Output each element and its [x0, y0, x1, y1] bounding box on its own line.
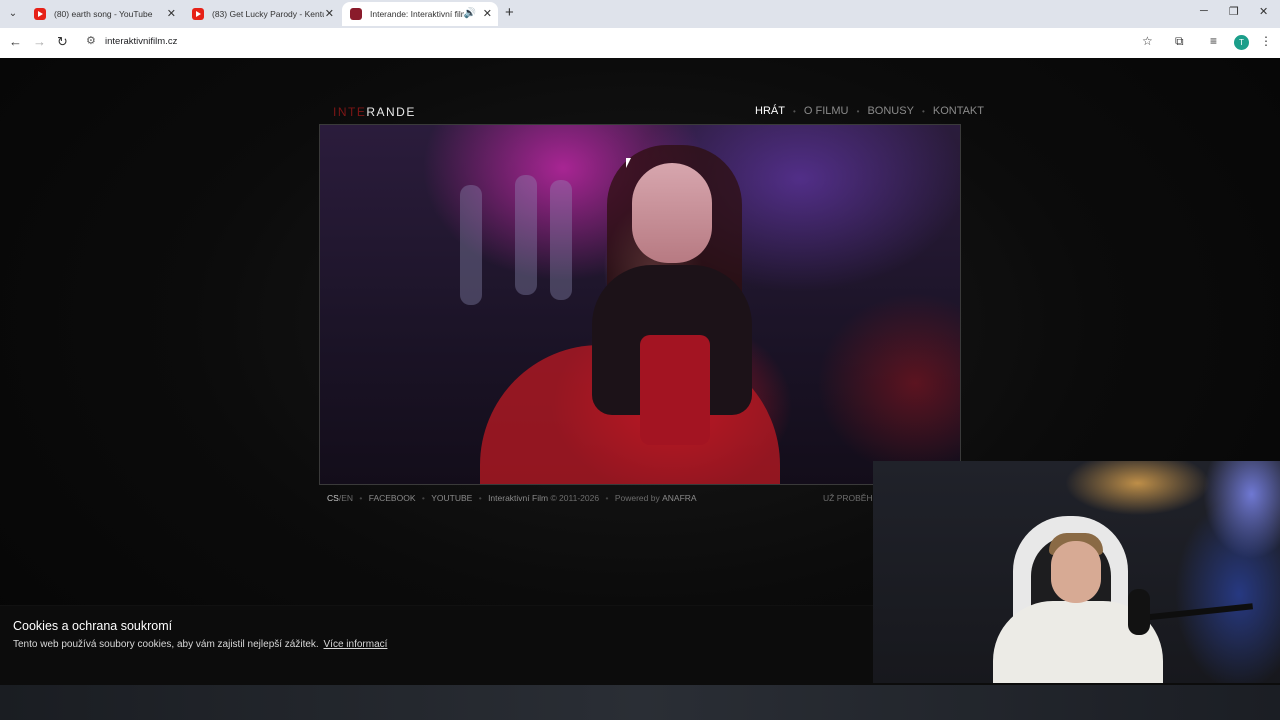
youtube-icon [192, 8, 204, 20]
profile-avatar[interactable]: T [1234, 35, 1249, 50]
browser-toolbar: ← → ↻ ⚙ interaktivnifilm.cz ☆ ⧉ ≡ T ⋮ [0, 28, 1280, 58]
mouse-cursor-icon [626, 158, 631, 168]
copyright-text: © 2011-2026 [550, 493, 600, 503]
logo-red-part: INTE [333, 105, 367, 119]
interande-icon [350, 8, 362, 20]
cookie-text: Tento web používá soubory cookies, aby v… [13, 639, 319, 650]
forward-arrow-icon[interactable]: → [33, 34, 46, 49]
footer-separator: • [605, 493, 609, 503]
nav-kontakt[interactable]: KONTAKT [933, 105, 984, 117]
nav-bonusy[interactable]: BONUSY [867, 105, 913, 117]
site-footer: CS/EN • FACEBOOK • YOUTUBE • Interaktivn… [327, 493, 697, 503]
url-text[interactable]: interaktivnifilm.cz [105, 36, 177, 47]
actress-face [632, 163, 712, 263]
nav-hrat[interactable]: HRÁT [755, 105, 785, 117]
footer-separator: • [421, 493, 425, 503]
youtube-link[interactable]: YOUTUBE [431, 493, 472, 503]
cookie-banner-title: Cookies a ochrana soukromí [13, 619, 173, 633]
more-info-link[interactable]: Více informací [324, 639, 388, 650]
close-tab-icon[interactable]: ✕ [167, 2, 176, 26]
streamer-face [1051, 541, 1101, 603]
minimize-icon[interactable]: ─ [1200, 5, 1208, 17]
language-cs-link[interactable]: CS [327, 493, 339, 503]
extensions-icon[interactable]: ⧉ [1175, 34, 1184, 49]
tab-title: (80) earth song - YouTube [54, 9, 153, 19]
tab-title: (83) Get Lucky Parody - Kentuc [212, 9, 324, 19]
site-settings-icon[interactable]: ⚙ [86, 34, 96, 47]
tab-title: Interande: Interaktivní film [370, 9, 464, 19]
browser-tab-strip: ⌄ (80) earth song - YouTube ✕ (83) Get L… [0, 0, 1280, 28]
nav-separator: • [921, 107, 925, 116]
restore-icon[interactable]: ❐ [1229, 5, 1239, 18]
footer-separator: • [478, 493, 482, 503]
microphone-icon [1128, 589, 1150, 635]
nav-separator: • [856, 107, 860, 116]
mic-arm [1142, 603, 1254, 621]
anafra-link[interactable]: ANAFRA [662, 493, 696, 503]
address-bar[interactable]: ⚙ interaktivnifilm.cz [80, 31, 1170, 55]
reload-icon[interactable]: ↻ [57, 34, 68, 50]
logo-white-part: RANDE [366, 105, 416, 119]
nav-o-filmu[interactable]: O FILMU [804, 105, 849, 117]
footer-brand: Interaktivní Film [488, 493, 549, 503]
powered-by-label: Powered by [614, 493, 660, 503]
tab-interande[interactable]: Interande: Interaktivní film 🔊 ✕ [342, 2, 498, 26]
site-logo[interactable]: INTERANDE [333, 105, 416, 119]
bookmark-star-icon[interactable]: ☆ [1142, 34, 1153, 48]
nav-separator: • [793, 107, 796, 116]
bottom-background-strip [0, 685, 1280, 720]
close-tab-icon[interactable]: ✕ [483, 2, 492, 26]
back-arrow-icon[interactable]: ← [9, 34, 22, 49]
close-tab-icon[interactable]: ✕ [325, 2, 334, 26]
language-en-link[interactable]: EN [341, 493, 353, 503]
background-dancer [515, 175, 537, 295]
speaker-icon[interactable]: 🔊 [464, 2, 476, 26]
tab-get-lucky-parody[interactable]: (83) Get Lucky Parody - Kentuc ✕ [184, 2, 340, 26]
new-tab-button[interactable]: + [505, 4, 514, 21]
main-navigation: HRÁT • O FILMU • BONUSY • KONTAKT [755, 105, 984, 117]
youtube-icon [34, 8, 46, 20]
actress-dress [640, 335, 710, 445]
background-dancer [460, 185, 482, 305]
streamer-webcam-overlay [873, 461, 1280, 683]
media-queue-icon[interactable]: ≡ [1210, 34, 1217, 48]
film-video-player[interactable] [319, 124, 961, 485]
facebook-link[interactable]: FACEBOOK [369, 493, 416, 503]
tab-earth-song[interactable]: (80) earth song - YouTube ✕ [26, 2, 182, 26]
interande-page: INTERANDE HRÁT • O FILMU • BONUSY • KONT… [0, 58, 1280, 720]
background-dancer [550, 180, 572, 300]
tab-search-chevron-icon[interactable]: ⌄ [4, 5, 22, 23]
cookie-banner-text: Tento web používá soubory cookies, aby v… [13, 639, 387, 650]
close-window-icon[interactable]: ✕ [1259, 5, 1268, 18]
browser-menu-icon[interactable]: ⋮ [1260, 34, 1272, 48]
footer-separator: • [359, 493, 363, 503]
